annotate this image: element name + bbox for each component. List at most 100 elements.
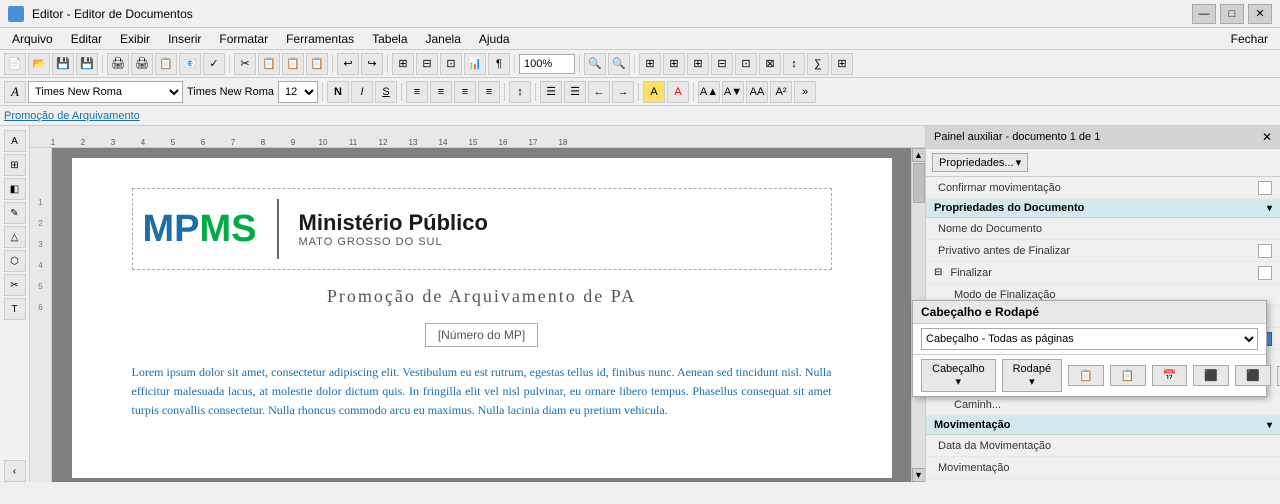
- align-right-button[interactable]: ≡: [454, 81, 476, 103]
- icon-btn-3[interactable]: 📅: [1152, 365, 1188, 386]
- icon-btn-4[interactable]: ⬛: [1193, 365, 1229, 386]
- sidebar-btn-2[interactable]: ⊞: [4, 154, 26, 176]
- menu-exibir[interactable]: Exibir: [112, 29, 158, 49]
- minimize-button[interactable]: —: [1192, 4, 1216, 24]
- finalizar-checkbox[interactable]: [1258, 266, 1272, 280]
- table2-button[interactable]: ⊟: [416, 53, 438, 75]
- finalizar-expand[interactable]: ⊟: [934, 267, 942, 278]
- copy-button[interactable]: 📋: [258, 53, 280, 75]
- privativo-checkbox[interactable]: [1258, 244, 1272, 258]
- bold-button[interactable]: N: [327, 81, 349, 103]
- undo-button[interactable]: ↩: [337, 53, 359, 75]
- sidebar-btn-bottom[interactable]: ‹: [4, 460, 26, 482]
- outdent-button[interactable]: ←: [588, 81, 610, 103]
- close-window-button[interactable]: ✕: [1248, 4, 1272, 24]
- font-styles-button[interactable]: A: [4, 81, 26, 103]
- spell-button[interactable]: ✓: [203, 53, 225, 75]
- increase-font-button[interactable]: A▲: [698, 81, 720, 103]
- save-button[interactable]: 💾: [52, 53, 74, 75]
- menu-fechar[interactable]: Fechar: [1223, 29, 1276, 49]
- sidebar-btn-7[interactable]: ✂: [4, 274, 26, 296]
- section-mov-arrow[interactable]: ▾: [1267, 420, 1272, 431]
- icon-btn-1[interactable]: 📋: [1068, 365, 1104, 386]
- sidebar-btn-1[interactable]: A: [4, 130, 26, 152]
- chart-button[interactable]: 📊: [464, 53, 486, 75]
- paste-button[interactable]: 📋: [282, 53, 304, 75]
- panel-close-button[interactable]: ✕: [1262, 130, 1272, 144]
- table-button[interactable]: ⊞: [392, 53, 414, 75]
- section-movimentacao[interactable]: Movimentação ▾: [926, 416, 1280, 435]
- menu-janela[interactable]: Janela: [418, 29, 469, 49]
- insert-table-btn[interactable]: ⊞: [639, 53, 661, 75]
- menu-ajuda[interactable]: Ajuda: [471, 29, 518, 49]
- sidebar-btn-8[interactable]: T: [4, 298, 26, 320]
- maximize-button[interactable]: □: [1220, 4, 1244, 24]
- cabecalho-select[interactable]: Cabeçalho - Todas as páginasCabeçalho - …: [921, 328, 1258, 350]
- super-button[interactable]: A²: [770, 81, 792, 103]
- document-field-box[interactable]: [Número do MP]: [425, 323, 538, 347]
- print-preview-button[interactable]: 🖨: [131, 53, 153, 75]
- sidebar-btn-6[interactable]: ⬡: [4, 250, 26, 272]
- sidebar-btn-4[interactable]: ✎: [4, 202, 26, 224]
- decrease-font-button[interactable]: A▼: [722, 81, 744, 103]
- open-button[interactable]: 📂: [28, 53, 50, 75]
- sort-btn[interactable]: ↕: [783, 53, 805, 75]
- indent-button[interactable]: →: [612, 81, 634, 103]
- align-left-button[interactable]: ≡: [406, 81, 428, 103]
- cut-button[interactable]: ✂: [234, 53, 256, 75]
- confirmar-checkbox[interactable]: [1258, 181, 1272, 195]
- find-button[interactable]: 🔍: [584, 53, 606, 75]
- caps-button[interactable]: AA: [746, 81, 768, 103]
- save-as-button[interactable]: 💾: [76, 53, 98, 75]
- underline-button[interactable]: S: [375, 81, 397, 103]
- table-prop-btn[interactable]: ⊠: [759, 53, 781, 75]
- border-btn[interactable]: ⊞: [831, 53, 853, 75]
- align-center-button[interactable]: ≡: [430, 81, 452, 103]
- frame-button[interactable]: ⊡: [440, 53, 462, 75]
- email-button[interactable]: 📧: [179, 53, 201, 75]
- insert-row-btn[interactable]: ⊞: [687, 53, 709, 75]
- merge-btn[interactable]: ⊟: [711, 53, 733, 75]
- numbered-list-button[interactable]: ☰: [564, 81, 586, 103]
- scroll-up-button[interactable]: ▲: [912, 148, 926, 162]
- icon-btn-5[interactable]: ⬛: [1235, 365, 1271, 386]
- zoom-input[interactable]: [519, 54, 575, 74]
- popup-close-button[interactable]: Fechar: [1277, 366, 1280, 386]
- font-name-select[interactable]: Times New Roma: [28, 81, 183, 103]
- menu-arquivo[interactable]: Arquivo: [4, 29, 61, 49]
- align-justify-button[interactable]: ≡: [478, 81, 500, 103]
- italic-button[interactable]: I: [351, 81, 373, 103]
- paragraph-button[interactable]: ¶: [488, 53, 510, 75]
- font-size-select[interactable]: 12: [278, 81, 318, 103]
- breadcrumb[interactable]: Promoção de Arquivamento: [4, 110, 140, 122]
- section-prop-doc-arrow[interactable]: ▾: [1267, 203, 1272, 214]
- scroll-thumb[interactable]: [913, 163, 925, 203]
- properties-button[interactable]: Propriedades... ▾: [932, 153, 1028, 172]
- menu-tabela[interactable]: Tabela: [364, 29, 415, 49]
- formula-btn[interactable]: ∑: [807, 53, 829, 75]
- icon-btn-2[interactable]: 📋: [1110, 365, 1146, 386]
- section-prop-doc[interactable]: Propriedades do Documento ▾: [926, 199, 1280, 218]
- split-btn[interactable]: ⊡: [735, 53, 757, 75]
- paste-special-button[interactable]: 📋: [306, 53, 328, 75]
- document-scroll-area[interactable]: MPMS Ministério Público MATO GROSSO DO S…: [52, 148, 911, 482]
- print-button[interactable]: 🖨: [107, 53, 129, 75]
- sidebar-btn-5[interactable]: △: [4, 226, 26, 248]
- line-spacing-button[interactable]: ↕: [509, 81, 531, 103]
- menu-formatar[interactable]: Formatar: [211, 29, 276, 49]
- menu-editar[interactable]: Editar: [63, 29, 110, 49]
- more-btn[interactable]: »: [794, 81, 816, 103]
- font-color-button[interactable]: A: [667, 81, 689, 103]
- new-button[interactable]: 📄: [4, 53, 26, 75]
- redo-button[interactable]: ↪: [361, 53, 383, 75]
- bullet-list-button[interactable]: ☰: [540, 81, 562, 103]
- scroll-down-button[interactable]: ▼: [912, 468, 926, 482]
- menu-inserir[interactable]: Inserir: [160, 29, 209, 49]
- pdf-button[interactable]: 📋: [155, 53, 177, 75]
- menu-ferramentas[interactable]: Ferramentas: [278, 29, 362, 49]
- rodape-button[interactable]: Rodapé ▾: [1002, 359, 1063, 392]
- cabecalho-button[interactable]: Cabeçalho ▾: [921, 359, 996, 392]
- doc-body-text[interactable]: Lorem ipsum dolor sit amet, consectetur …: [132, 363, 832, 421]
- sidebar-btn-3[interactable]: ◧: [4, 178, 26, 200]
- highlight-button[interactable]: A: [643, 81, 665, 103]
